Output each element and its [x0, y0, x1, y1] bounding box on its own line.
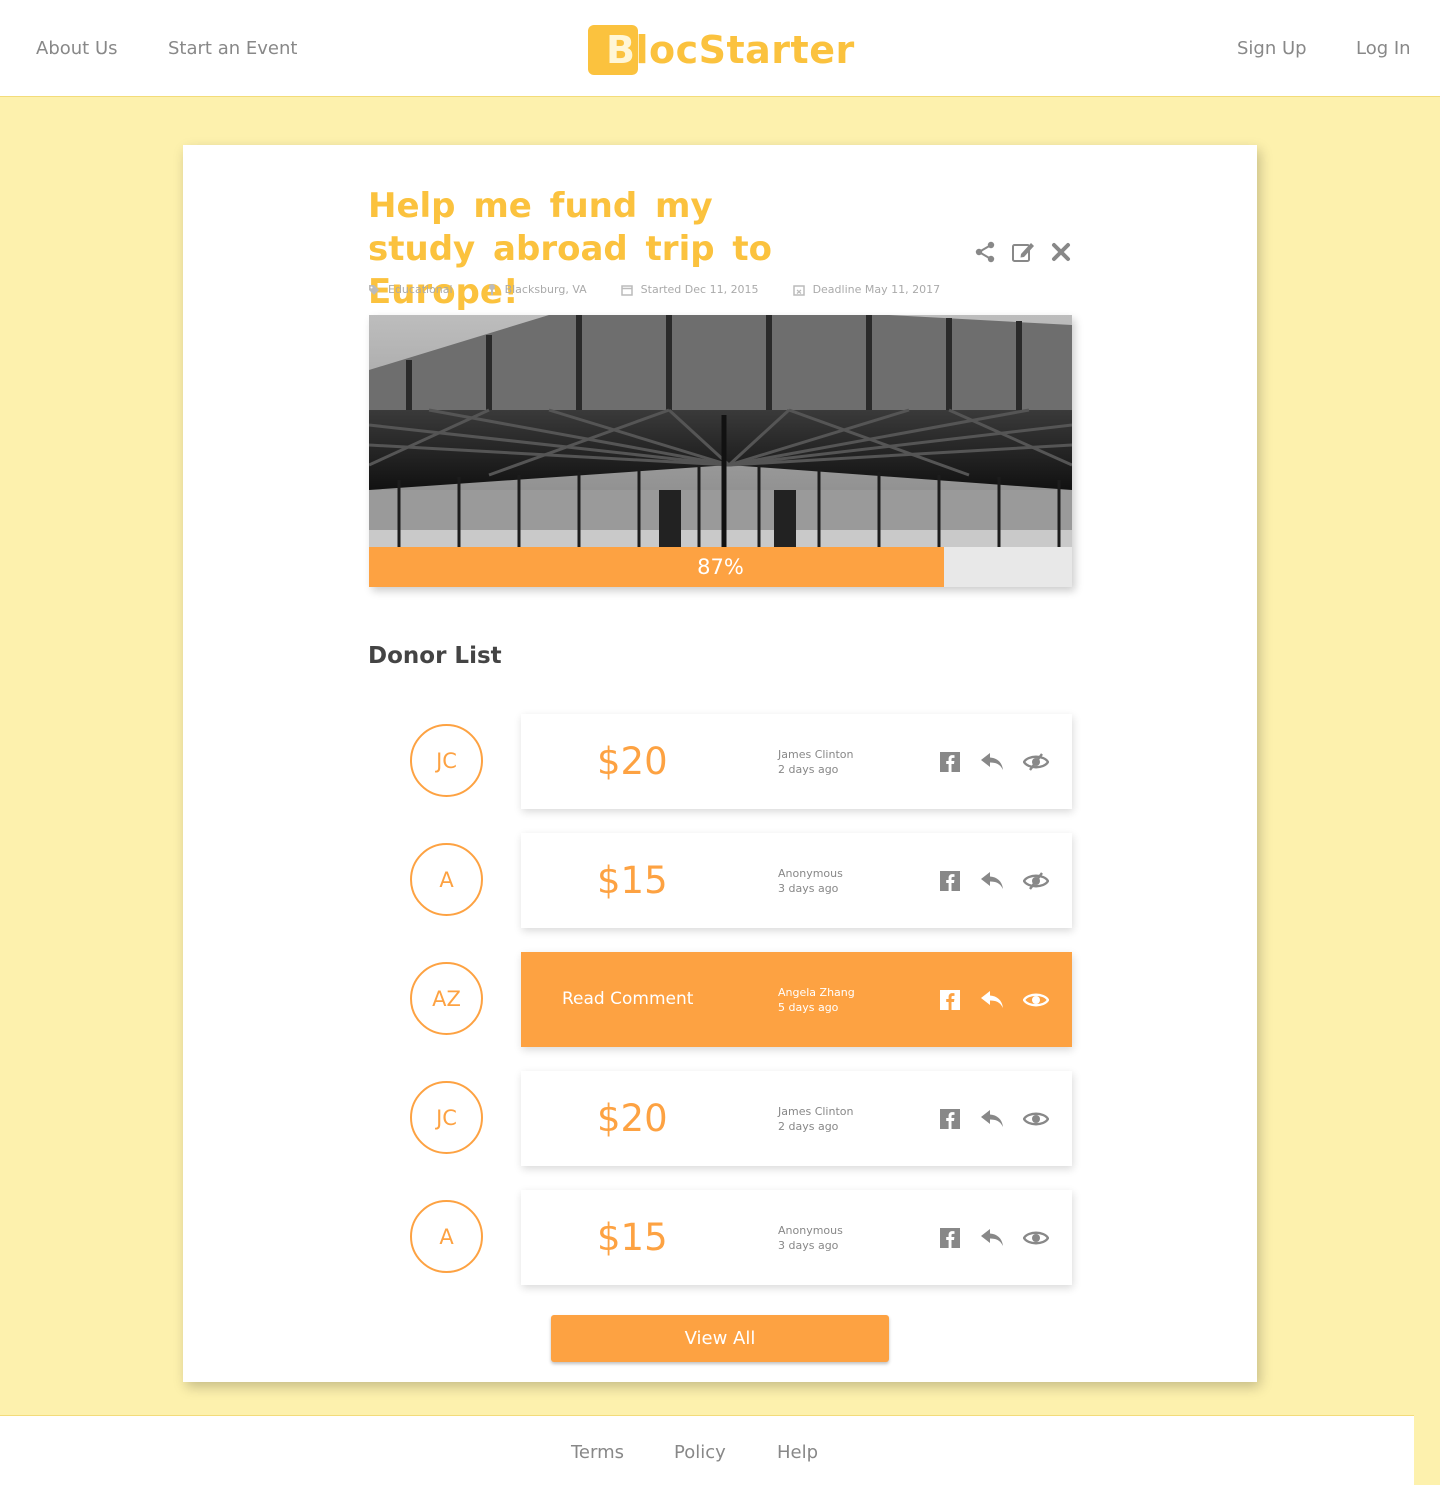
- meta-started: Started Dec 11, 2015: [620, 283, 759, 296]
- donor-actions: [937, 868, 1066, 894]
- eye-icon[interactable]: [1023, 1106, 1049, 1132]
- funding-progress-label: 87%: [697, 555, 744, 579]
- funding-progress-bar: 87%: [369, 547, 1072, 587]
- donor-avatar: A: [410, 1200, 483, 1273]
- donor-card[interactable]: Read Comment Angela Zhang 5 days ago: [521, 952, 1072, 1047]
- donor-row: AZ Read Comment Angela Zhang 5 days ago: [183, 952, 1257, 1047]
- facebook-icon[interactable]: [937, 868, 963, 894]
- donation-amount: $15: [597, 859, 668, 902]
- logo-rest: locStarter: [635, 28, 855, 72]
- brand-logo[interactable]: BlocStarter: [588, 25, 855, 75]
- campaign-card: Help me fund my study abroad trip to Eur…: [183, 145, 1257, 1382]
- donation-time: 2 days ago: [778, 1120, 839, 1133]
- donation-amount: $15: [597, 1216, 668, 1259]
- nav-log-in[interactable]: Log In: [1356, 38, 1411, 59]
- nav-about-us[interactable]: About Us: [36, 38, 118, 59]
- edit-icon[interactable]: [1011, 240, 1035, 264]
- donor-row: JC $20 James Clinton 2 days ago: [183, 1071, 1257, 1166]
- footer: Terms Policy Help: [0, 1415, 1414, 1485]
- reply-icon[interactable]: [980, 1106, 1006, 1132]
- donor-row: JC $20 James Clinton 2 days ago: [183, 714, 1257, 809]
- close-icon[interactable]: [1049, 240, 1073, 264]
- calendar-icon: [620, 284, 633, 296]
- donor-avatar: A: [410, 843, 483, 916]
- reply-icon[interactable]: [980, 987, 1006, 1013]
- read-comment-button[interactable]: Read Comment: [562, 952, 693, 1047]
- top-nav-bar: About Us Start an Event BlocStarter Sign…: [0, 0, 1440, 97]
- donor-card[interactable]: $20 James Clinton 2 days ago: [521, 1071, 1072, 1166]
- share-icon[interactable]: [973, 240, 997, 264]
- donor-name: Anonymous: [778, 867, 843, 880]
- donation-time: 3 days ago: [778, 882, 839, 895]
- footer-terms-link[interactable]: Terms: [571, 1442, 624, 1463]
- campaign-image: 87%: [369, 315, 1072, 587]
- meta-location: Blacksburg, VA: [487, 283, 587, 296]
- logo-text: BlocStarter: [588, 25, 855, 75]
- meta-category: Educational: [368, 283, 453, 296]
- donor-name: Angela Zhang: [778, 986, 855, 999]
- donor-avatar: AZ: [410, 962, 483, 1035]
- reply-icon[interactable]: [980, 749, 1006, 775]
- reply-icon[interactable]: [980, 1225, 1006, 1251]
- donor-name: Anonymous: [778, 1224, 843, 1237]
- reply-icon[interactable]: [980, 868, 1006, 894]
- donor-card[interactable]: $15 Anonymous 3 days ago: [521, 1190, 1072, 1285]
- view-all-button[interactable]: View All: [551, 1315, 889, 1362]
- tag-icon: [369, 284, 379, 295]
- nav-start-event[interactable]: Start an Event: [168, 38, 297, 59]
- donation-time: 5 days ago: [778, 1001, 839, 1014]
- campaign-actions: [973, 240, 1073, 264]
- facebook-icon[interactable]: [937, 1225, 963, 1251]
- nav-sign-up[interactable]: Sign Up: [1237, 38, 1307, 59]
- donor-avatar: JC: [410, 1081, 483, 1154]
- donor-actions: [937, 987, 1066, 1013]
- donation-time: 3 days ago: [778, 1239, 839, 1252]
- logo-first-letter: B: [606, 28, 636, 72]
- donor-actions: [937, 749, 1066, 775]
- donor-card[interactable]: $20 James Clinton 2 days ago: [521, 714, 1072, 809]
- eye-icon[interactable]: [1023, 987, 1049, 1013]
- footer-policy-link[interactable]: Policy: [674, 1442, 726, 1463]
- donor-list-heading: Donor List: [368, 643, 502, 669]
- calendar-deadline-icon: [792, 284, 805, 296]
- facebook-icon[interactable]: [937, 987, 963, 1013]
- donor-row: A $15 Anonymous 3 days ago: [183, 833, 1257, 928]
- meta-location-text: Blacksburg, VA: [504, 283, 587, 296]
- meta-deadline-text: Deadline May 11, 2017: [812, 283, 941, 296]
- facebook-icon[interactable]: [937, 749, 963, 775]
- donor-actions: [937, 1225, 1066, 1251]
- donation-time: 2 days ago: [778, 763, 839, 776]
- meta-deadline: Deadline May 11, 2017: [792, 283, 941, 296]
- donor-name: James Clinton: [778, 748, 854, 761]
- eye-off-icon[interactable]: [1023, 749, 1049, 775]
- donor-avatar: JC: [410, 724, 483, 797]
- meta-started-text: Started Dec 11, 2015: [640, 283, 759, 296]
- donor-name: James Clinton: [778, 1105, 854, 1118]
- campaign-meta: Educational Blacksburg, VA Started Dec 1…: [368, 283, 974, 296]
- donation-amount: $20: [597, 1097, 668, 1140]
- meta-category-text: Educational: [388, 283, 453, 296]
- facebook-icon[interactable]: [937, 1106, 963, 1132]
- eye-icon[interactable]: [1023, 1225, 1049, 1251]
- footer-help-link[interactable]: Help: [777, 1442, 818, 1463]
- donor-card[interactable]: $15 Anonymous 3 days ago: [521, 833, 1072, 928]
- donor-actions: [937, 1106, 1066, 1132]
- donation-amount: $20: [597, 740, 668, 783]
- donor-row: A $15 Anonymous 3 days ago: [183, 1190, 1257, 1285]
- eye-off-icon[interactable]: [1023, 868, 1049, 894]
- map-pin-icon: [488, 284, 495, 295]
